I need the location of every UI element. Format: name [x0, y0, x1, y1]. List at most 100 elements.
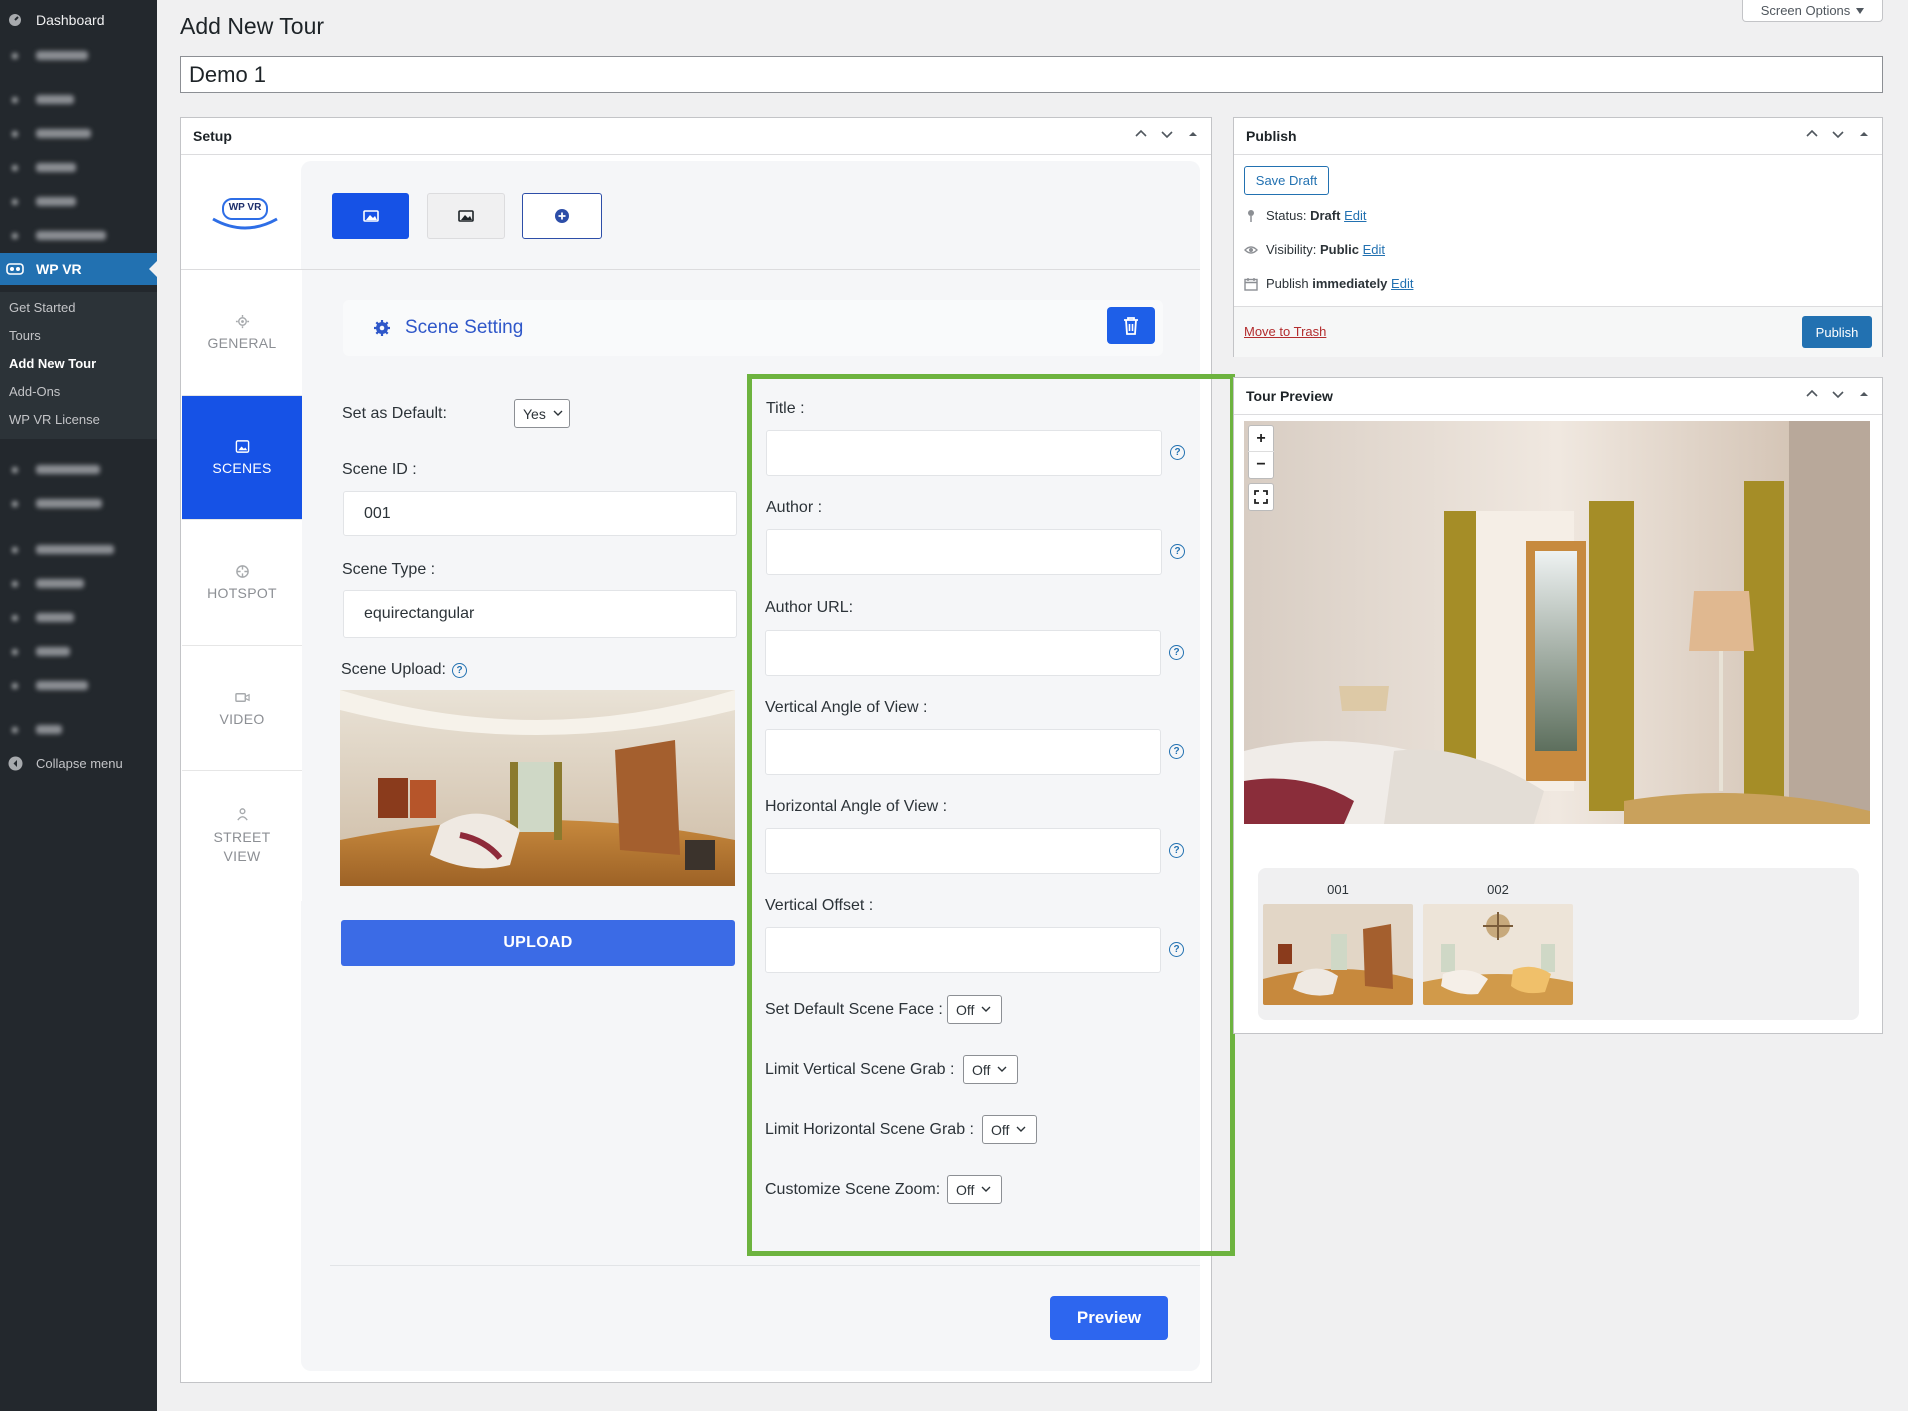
tab-hotspot[interactable]: HOTSPOT [182, 520, 302, 646]
move-up-icon[interactable] [1804, 126, 1820, 142]
status-label: Status: [1266, 208, 1307, 223]
zoom-out-button[interactable]: − [1248, 452, 1274, 478]
gear-icon [235, 314, 249, 329]
submenu-add-new-tour[interactable]: Add New Tour [9, 356, 96, 371]
visibility-value: Public [1319, 242, 1359, 257]
menu-blurred-7[interactable]: ● [0, 454, 157, 484]
menu-dashboard-label: Dashboard [36, 12, 105, 28]
scene-panorama-image [340, 690, 735, 886]
post-title-input[interactable]: Demo 1 [180, 56, 1883, 93]
menu-dashboard[interactable]: Dashboard [0, 5, 157, 35]
scene-image-button[interactable] [332, 193, 409, 239]
image-icon [362, 210, 379, 222]
image-icon [458, 210, 474, 222]
toggle-panel-icon[interactable] [1856, 126, 1872, 142]
move-up-icon[interactable] [1133, 126, 1149, 142]
scene-thumb-label-002: 002 [1487, 882, 1509, 897]
tab-street-view-label: STREET VIEW [213, 828, 271, 864]
menu-blurred-9[interactable]: ● [0, 534, 157, 564]
move-to-trash-link[interactable]: Move to Trash [1244, 324, 1326, 339]
crosshair-icon [235, 565, 249, 578]
scene-thumb-002[interactable] [1423, 904, 1573, 1005]
visibility-edit-link[interactable]: Edit [1363, 242, 1385, 257]
submenu-license[interactable]: WP VR License [9, 412, 100, 427]
tab-scenes[interactable]: SCENES [182, 396, 302, 520]
submenu-add-ons[interactable]: Add-Ons [9, 384, 60, 399]
gear-icon [374, 320, 390, 336]
scene-id-input[interactable]: 001 [343, 491, 737, 536]
menu-blurred-8[interactable]: ● [0, 488, 157, 518]
menu-blurred-5[interactable]: ● [0, 186, 157, 216]
tour-preview-title: Tour Preview [1246, 388, 1333, 404]
menu-blurred-1[interactable]: ● [0, 40, 157, 70]
screen-options-label: Screen Options [1760, 3, 1851, 18]
menu-blurred-10[interactable]: ● [0, 568, 157, 598]
menu-wpvr-label: WP VR [36, 261, 82, 277]
chevron-down-icon [553, 410, 563, 416]
toggle-panel-icon[interactable] [1856, 386, 1872, 402]
set-default-select[interactable]: Yes [514, 399, 570, 428]
move-down-icon[interactable] [1159, 126, 1175, 142]
video-icon [234, 692, 250, 702]
add-scene-button[interactable] [522, 193, 602, 239]
eye-icon [1244, 245, 1258, 254]
scene-upload-label: Scene Upload: [341, 661, 446, 678]
visibility-label: Visibility: [1266, 242, 1317, 257]
menu-blurred-11[interactable]: ● [0, 602, 157, 632]
setup-divider [181, 269, 1200, 270]
schedule-edit-link[interactable]: Edit [1391, 276, 1413, 291]
tab-video[interactable]: VIDEO [182, 646, 302, 771]
delete-scene-button[interactable] [1107, 307, 1155, 344]
menu-blurred-13[interactable]: ● [0, 670, 157, 700]
page-title: Add New Tour [180, 13, 325, 39]
admin-sidebar: Dashboard ● ● ● ● ● ● WP VR Get Started … [0, 0, 157, 1411]
status-edit-link[interactable]: Edit [1344, 208, 1366, 223]
scene-thumb-label-001: 001 [1327, 882, 1349, 897]
tab-street-view[interactable]: STREET VIEW [182, 771, 302, 901]
scene-gallery-button[interactable] [427, 193, 505, 239]
submenu-tours[interactable]: Tours [9, 328, 41, 343]
schedule-label: Publish [1266, 276, 1309, 291]
tab-scenes-label: SCENES [212, 460, 272, 476]
menu-blurred-12[interactable]: ● [0, 636, 157, 666]
menu-blurred-2[interactable]: ● [0, 84, 157, 114]
move-down-icon[interactable] [1830, 126, 1846, 142]
tab-general[interactable]: GENERAL [182, 270, 302, 396]
fullscreen-icon [1254, 490, 1268, 504]
scene-type-label: Scene Type : [342, 561, 436, 578]
scene-upload-help-icon[interactable]: ? [452, 663, 467, 678]
menu-blurred-14[interactable]: ● [0, 714, 157, 744]
fullscreen-button[interactable] [1248, 483, 1274, 511]
publish-button[interactable]: Publish [1802, 316, 1872, 348]
zoom-in-button[interactable]: + [1248, 426, 1274, 452]
publish-title: Publish [1246, 128, 1297, 144]
screen-options-button[interactable]: Screen Options [1742, 0, 1883, 22]
upload-button[interactable]: UPLOAD [341, 920, 735, 966]
collapse-menu[interactable]: Collapse menu [0, 748, 157, 778]
toggle-panel-icon[interactable] [1185, 126, 1201, 142]
plus-circle-icon [555, 209, 569, 223]
menu-wpvr[interactable]: WP VR [0, 253, 157, 285]
preview-button[interactable]: Preview [1050, 1296, 1168, 1340]
status-value: Draft [1310, 208, 1341, 223]
move-up-icon[interactable] [1804, 386, 1820, 402]
image-icon [235, 440, 249, 453]
move-down-icon[interactable] [1830, 386, 1846, 402]
menu-blurred-3[interactable]: ● [0, 118, 157, 148]
wpvr-icon [6, 261, 24, 277]
tour-preview-metabox: Tour Preview + − 001 002 [1233, 377, 1883, 1034]
scene-type-input[interactable]: equirectangular [343, 590, 737, 638]
dashboard-icon [6, 12, 24, 28]
menu-blurred-6[interactable]: ● [0, 220, 157, 250]
set-default-value: Yes [523, 405, 546, 422]
tour-preview-header: Tour Preview [1234, 378, 1882, 415]
wpvr-logo-text: WP VR [228, 202, 262, 213]
person-icon [236, 807, 248, 821]
menu-blurred-4[interactable]: ● [0, 152, 157, 182]
save-draft-button[interactable]: Save Draft [1244, 166, 1329, 195]
scene-thumb-001[interactable] [1263, 904, 1413, 1005]
footer-divider [330, 1265, 1200, 1266]
schedule-value: immediately [1312, 276, 1388, 291]
panorama-viewer[interactable]: + − [1244, 421, 1870, 824]
submenu-get-started[interactable]: Get Started [9, 300, 75, 315]
